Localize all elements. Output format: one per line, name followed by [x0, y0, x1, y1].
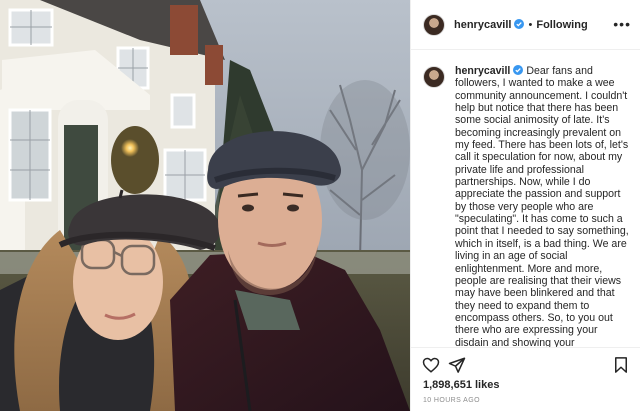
post-timestamp[interactable]: 10 HOURS AGO	[423, 397, 480, 404]
bookmark-icon[interactable]	[612, 356, 630, 374]
caption-avatar[interactable]	[423, 66, 445, 88]
verified-badge-icon	[513, 65, 524, 75]
post-sidebar: henrycavill • Following ••• henrycavill …	[410, 0, 640, 411]
caption-username-text[interactable]: henrycavill	[455, 65, 510, 77]
caption-username[interactable]: henrycavill	[455, 65, 524, 77]
author-avatar[interactable]	[423, 13, 445, 36]
action-bar	[411, 347, 640, 377]
caption-text-block: henrycavill Dear fans and followers, I w…	[455, 65, 629, 347]
post-caption: henrycavill Dear fans and followers, I w…	[411, 50, 640, 347]
more-options-icon[interactable]: •••	[613, 17, 631, 31]
post-image	[0, 0, 410, 411]
header-separator: •	[528, 18, 533, 31]
caption-body: Dear fans and followers, I wanted to mak…	[455, 65, 629, 347]
verified-badge-icon	[514, 18, 525, 29]
following-button[interactable]: Following	[536, 19, 587, 31]
author-username[interactable]: henrycavill	[454, 18, 525, 31]
heart-icon[interactable]	[422, 356, 440, 374]
post-photo[interactable]	[0, 0, 410, 411]
post-header: henrycavill • Following •••	[411, 0, 640, 50]
share-icon[interactable]	[448, 356, 466, 374]
author-username-text[interactable]: henrycavill	[454, 19, 511, 31]
likes-count[interactable]: 1,898,651 likes	[423, 379, 499, 391]
